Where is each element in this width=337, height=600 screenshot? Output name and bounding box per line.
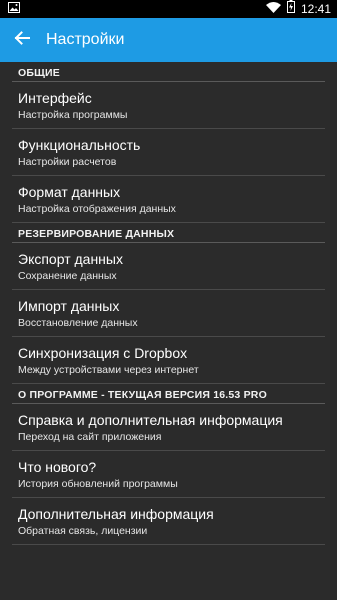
- arrow-left-icon: [14, 30, 30, 50]
- settings-item-whats-new[interactable]: Что нового? История обновлений программы: [12, 451, 325, 498]
- item-title: Интерфейс: [18, 89, 92, 106]
- item-subtitle: Сохранение данных: [18, 269, 117, 282]
- item-subtitle: Переход на сайт приложения: [18, 430, 162, 443]
- settings-item-additional-info[interactable]: Дополнительная информация Обратная связь…: [12, 498, 325, 545]
- item-title: Справка и дополнительная информация: [18, 411, 283, 428]
- item-subtitle: Восстановление данных: [18, 316, 138, 329]
- item-subtitle: Настройки расчетов: [18, 155, 117, 168]
- section-header-backup: РЕЗЕРВИРОВАНИЕ ДАННЫХ: [12, 223, 325, 243]
- item-title: Синхронизация с Dropbox: [18, 344, 188, 361]
- item-subtitle: Настройка программы: [18, 108, 128, 121]
- status-time: 12:41: [300, 2, 331, 16]
- wifi-icon: [265, 0, 281, 18]
- status-bar: 12:41: [0, 0, 337, 18]
- settings-item-help[interactable]: Справка и дополнительная информация Пере…: [12, 404, 325, 451]
- back-button[interactable]: [10, 28, 34, 52]
- settings-item-import[interactable]: Импорт данных Восстановление данных: [12, 290, 325, 337]
- item-title: Дополнительная информация: [18, 505, 214, 522]
- settings-item-interface[interactable]: Интерфейс Настройка программы: [12, 82, 325, 129]
- gallery-icon: [8, 0, 20, 18]
- item-title: Импорт данных: [18, 297, 120, 314]
- settings-item-dropbox-sync[interactable]: Синхронизация с Dropbox Между устройства…: [12, 337, 325, 384]
- settings-item-export[interactable]: Экспорт данных Сохранение данных: [12, 243, 325, 290]
- app-bar: Настройки: [0, 18, 337, 62]
- item-subtitle: Настройка отображения данных: [18, 202, 176, 215]
- item-title: Что нового?: [18, 458, 97, 475]
- battery-charging-icon: [286, 0, 295, 18]
- item-subtitle: Обратная связь, лицензии: [18, 524, 148, 537]
- item-title: Функциональность: [18, 136, 141, 153]
- item-subtitle: Между устройствами через интернет: [18, 363, 199, 376]
- section-header-general: ОБЩИЕ: [12, 62, 325, 82]
- settings-list: ОБЩИЕ Интерфейс Настройка программы Функ…: [0, 62, 337, 545]
- item-title: Экспорт данных: [18, 250, 123, 267]
- item-title: Формат данных: [18, 183, 121, 200]
- page-title: Настройки: [46, 31, 125, 48]
- settings-item-functionality[interactable]: Функциональность Настройки расчетов: [12, 129, 325, 176]
- item-subtitle: История обновлений программы: [18, 477, 178, 490]
- section-header-about: О ПРОГРАММЕ - ТЕКУЩАЯ ВЕРСИЯ 16.53 PRO: [12, 384, 325, 404]
- settings-item-data-format[interactable]: Формат данных Настройка отображения данн…: [12, 176, 325, 223]
